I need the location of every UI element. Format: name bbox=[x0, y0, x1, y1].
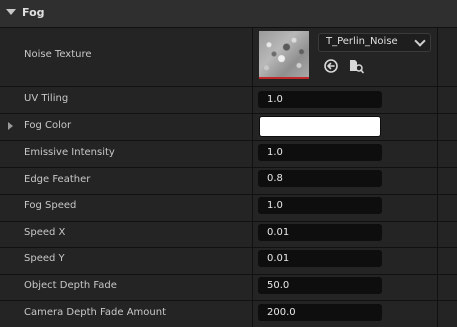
chevron-down-icon[interactable] bbox=[6, 9, 16, 15]
object-depth-fade-input[interactable]: 50.0 bbox=[258, 277, 382, 294]
fog-speed-input[interactable]: 1.0 bbox=[258, 197, 382, 214]
property-label: Speed Y bbox=[24, 253, 65, 264]
fog-color-swatch[interactable] bbox=[259, 116, 381, 137]
fog-section-header[interactable]: Fog bbox=[0, 0, 457, 28]
uv-tiling-input[interactable]: 1.0 bbox=[258, 91, 382, 108]
property-label: Noise Texture bbox=[24, 49, 92, 60]
chevron-down-icon bbox=[414, 35, 426, 47]
speed-y-input[interactable]: 0.01 bbox=[258, 250, 382, 267]
camera-depth-fade-amount-input[interactable]: 200.0 bbox=[258, 304, 382, 321]
property-row-emissive-intensity: Emissive Intensity 1.0 bbox=[0, 141, 457, 168]
property-label: Fog Color bbox=[24, 120, 72, 131]
property-row-speed-y: Speed Y 0.01 bbox=[0, 248, 457, 275]
expand-arrow-icon[interactable] bbox=[8, 122, 13, 130]
property-row-uv-tiling: UV Tiling 1.0 bbox=[0, 87, 457, 114]
details-panel: Fog Noise Texture T_Perlin_Noise UV Tili… bbox=[0, 0, 457, 327]
property-label: Fog Speed bbox=[24, 200, 77, 211]
browse-asset-icon[interactable] bbox=[348, 58, 364, 74]
asset-name: T_Perlin_Noise bbox=[326, 36, 398, 47]
property-label: Emissive Intensity bbox=[24, 147, 115, 158]
asset-picker-combo[interactable]: T_Perlin_Noise bbox=[318, 33, 431, 52]
use-selected-icon[interactable] bbox=[323, 58, 339, 74]
section-title: Fog bbox=[22, 6, 45, 19]
property-label: Camera Depth Fade Amount bbox=[24, 307, 166, 318]
texture-thumbnail[interactable] bbox=[259, 31, 309, 79]
property-label: Speed X bbox=[24, 227, 66, 238]
column-divider[interactable] bbox=[252, 28, 253, 327]
column-divider bbox=[437, 28, 438, 327]
property-row-edge-feather: Edge Feather 0.8 bbox=[0, 168, 457, 195]
property-row-fog-speed: Fog Speed 1.0 bbox=[0, 195, 457, 222]
property-row-camera-depth-fade-amount: Camera Depth Fade Amount 200.0 bbox=[0, 301, 457, 327]
property-label: UV Tiling bbox=[24, 93, 69, 104]
property-row-speed-x: Speed X 0.01 bbox=[0, 222, 457, 248]
emissive-intensity-input[interactable]: 1.0 bbox=[258, 144, 382, 161]
property-label: Edge Feather bbox=[24, 174, 91, 185]
property-row-object-depth-fade: Object Depth Fade 50.0 bbox=[0, 275, 457, 301]
property-label: Object Depth Fade bbox=[24, 280, 117, 291]
edge-feather-input[interactable]: 0.8 bbox=[258, 170, 382, 187]
property-row-fog-color: Fog Color bbox=[0, 114, 457, 141]
speed-x-input[interactable]: 0.01 bbox=[258, 224, 382, 241]
